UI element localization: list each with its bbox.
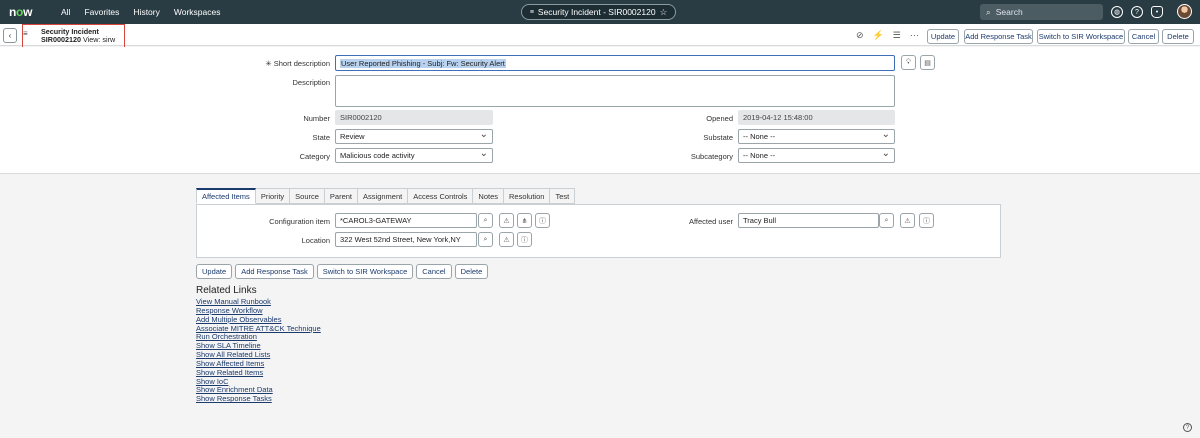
short-description-value: User Reported Phishing - Subj: Fw: Secur… — [340, 58, 506, 68]
bottom-button-row: Update Add Response Task Switch to SIR W… — [196, 264, 489, 279]
form-section-tabs: Affected Items Priority Source Parent As… — [196, 188, 576, 204]
tab-assignment[interactable]: Assignment — [358, 188, 409, 204]
tab-access-controls[interactable]: Access Controls — [408, 188, 474, 204]
add-response-task-button[interactable]: Add Response Task — [964, 29, 1033, 44]
description-label: Description — [292, 78, 330, 87]
search-placeholder: Search — [995, 7, 1023, 17]
settings-sliders-icon[interactable]: ☰ — [893, 30, 901, 41]
location-info-icon[interactable]: ⓘ — [517, 232, 532, 247]
star-icon[interactable]: ☆ — [660, 7, 668, 18]
category-label: Category — [299, 152, 330, 161]
context-pill-label: Security Incident - SIR0002120 — [537, 7, 656, 17]
configuration-item-label: Configuration item — [269, 217, 330, 226]
location-lookup-search-icon[interactable]: ⌕ — [478, 232, 493, 247]
substate-label: Substate — [703, 133, 733, 142]
tab-parent[interactable]: Parent — [324, 188, 359, 204]
delete-button[interactable]: Delete — [1162, 29, 1194, 44]
servicenow-logo[interactable]: now — [9, 5, 32, 19]
number-field: SIR0002120 — [335, 110, 493, 125]
location-input[interactable]: 322 West 52nd Street, New York,NY — [335, 232, 477, 247]
ci-warning-icon[interactable]: ⚠ — [499, 213, 514, 228]
bell-icon[interactable]: • — [1151, 6, 1163, 18]
nav-favorites[interactable]: Favorites — [77, 7, 126, 17]
related-links-title: Related Links — [196, 285, 257, 296]
globe-icon[interactable]: ◍ — [1111, 6, 1123, 18]
bottom-cancel-button[interactable]: Cancel — [416, 264, 452, 279]
activity-icon[interactable]: ⚡ — [873, 30, 884, 41]
tab-test[interactable]: Test — [550, 188, 576, 204]
tab-source[interactable]: Source — [290, 188, 325, 204]
more-icon[interactable]: ⋯ — [910, 30, 919, 41]
user-info-icon[interactable]: ⓘ — [919, 213, 934, 228]
state-select[interactable]: Review — [335, 129, 493, 144]
mandatory-icon: ✳ — [265, 59, 274, 68]
tab-resolution[interactable]: Resolution — [504, 188, 551, 204]
configuration-item-input[interactable]: *CAROL3-GATEWAY — [335, 213, 477, 228]
tab-notes[interactable]: Notes — [473, 188, 504, 204]
update-button[interactable]: Update — [927, 29, 959, 44]
opened-field: 2019-04-12 15:48:00 — [738, 110, 895, 125]
help-icon[interactable]: ? — [1131, 6, 1143, 18]
bottom-update-button[interactable]: Update — [196, 264, 233, 279]
location-label: Location — [301, 236, 330, 245]
nav-history[interactable]: History — [126, 7, 166, 17]
nav-links: All Favorites History Workspaces — [54, 0, 227, 24]
subcategory-select[interactable]: -- None -- — [738, 148, 895, 163]
category-select[interactable]: Malicious code activity — [335, 148, 493, 163]
bottom-add-response-task-button[interactable]: Add Response Task — [235, 264, 314, 279]
nav-workspaces[interactable]: Workspaces — [167, 7, 228, 17]
cancel-button[interactable]: Cancel — [1128, 29, 1159, 44]
opened-label: Opened — [706, 114, 733, 123]
back-button[interactable]: ‹ — [3, 28, 17, 43]
state-label: State — [312, 133, 330, 142]
description-textarea[interactable] — [335, 75, 895, 107]
top-navigation-bar: now All Favorites History Workspaces ≡ S… — [0, 0, 1200, 24]
context-pill[interactable]: ≡ Security Incident - SIR0002120 ☆ — [521, 4, 676, 20]
ci-info-icon[interactable]: ⓘ — [535, 213, 550, 228]
search-icon: ⌕ — [986, 6, 991, 17]
user-avatar[interactable] — [1177, 4, 1192, 19]
short-description-input[interactable]: User Reported Phishing - Subj: Fw: Secur… — [335, 55, 895, 71]
substate-select[interactable]: -- None -- — [738, 129, 895, 144]
affected-user-label: Affected user — [688, 217, 733, 226]
nav-all[interactable]: All — [54, 7, 77, 17]
tab-priority[interactable]: Priority — [255, 188, 291, 204]
subcategory-label: Subcategory — [690, 152, 733, 161]
list-icon: ≡ — [529, 8, 534, 16]
affected-user-input[interactable]: Tracy Bull — [738, 213, 879, 228]
ci-lookup-search-icon[interactable]: ⌕ — [478, 213, 493, 228]
link-show-response-tasks[interactable]: Show Response Tasks — [196, 394, 321, 404]
page-help-icon[interactable]: ? — [1183, 423, 1192, 432]
ci-dependency-icon[interactable]: ⋔ — [517, 213, 532, 228]
user-lookup-search-icon[interactable]: ⌕ — [879, 213, 894, 228]
user-warning-icon[interactable]: ⚠ — [900, 213, 915, 228]
header-icon-group: ⊘ ⚡ ☰ ⋯ — [856, 30, 919, 41]
bottom-switch-to-sir-workspace-button[interactable]: Switch to SIR Workspace — [316, 264, 414, 279]
short-description-label-text: Short description — [273, 59, 330, 68]
bottom-delete-button[interactable]: Delete — [454, 264, 489, 279]
affected-items-panel — [196, 204, 1001, 258]
switch-to-sir-workspace-button[interactable]: Switch to SIR Workspace — [1037, 29, 1125, 44]
template-icon[interactable]: ▤ — [920, 55, 935, 70]
global-search[interactable]: ⌕ Search — [980, 4, 1103, 20]
number-label: Number — [303, 114, 330, 123]
short-description-label: ✳ Short description — [220, 59, 330, 68]
related-links-list: View Manual Runbook Response Workflow Ad… — [196, 297, 321, 404]
paperclip-icon[interactable]: ⊘ — [856, 30, 864, 41]
tab-affected-items[interactable]: Affected Items — [196, 188, 256, 204]
location-warning-icon[interactable]: ⚠ — [499, 232, 514, 247]
lightbulb-icon[interactable]: 💡︎ — [901, 55, 916, 70]
